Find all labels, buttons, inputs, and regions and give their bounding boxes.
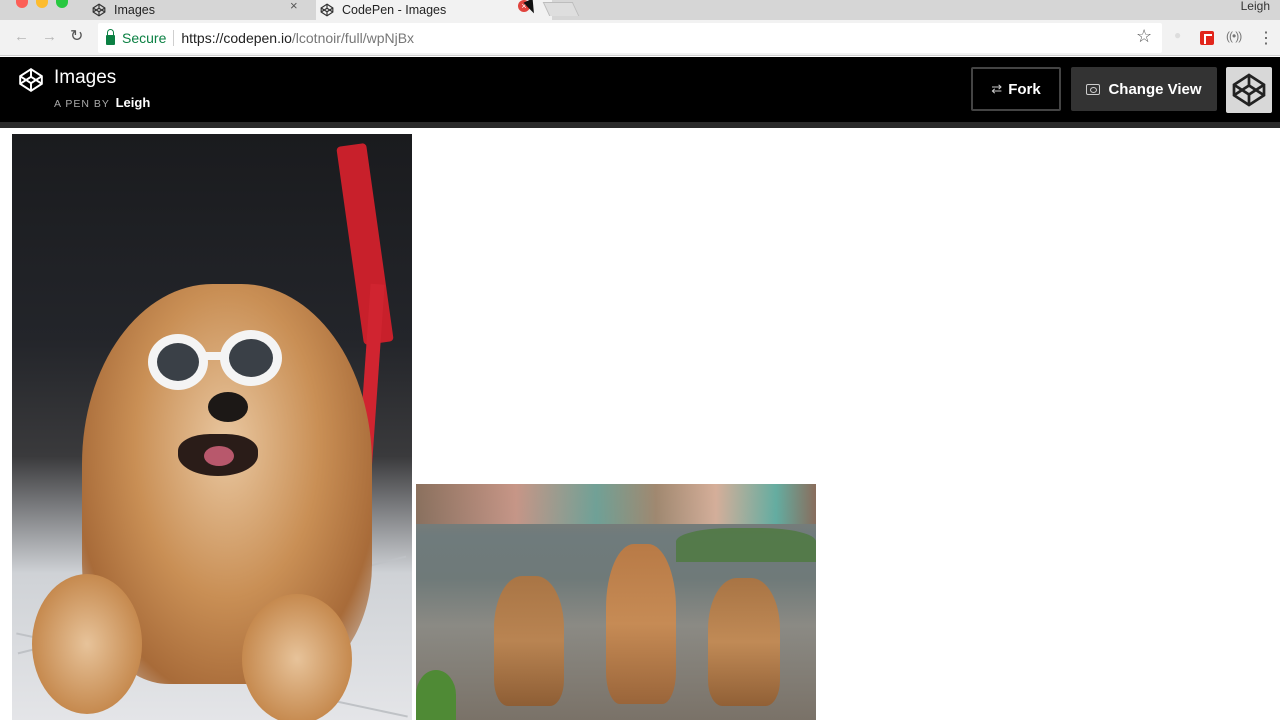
url-path: /lcotnoir/full/wpNjBx: [291, 30, 415, 46]
codepen-favicon-icon: [92, 3, 106, 17]
url-host: https://codepen.io: [181, 30, 292, 46]
tab-close-icon[interactable]: ×: [290, 0, 298, 12]
browser-tab-codepen-images[interactable]: CodePen - Images ×: [316, 0, 552, 20]
address-separator: [173, 30, 175, 46]
codepen-favicon-icon: [320, 3, 334, 17]
change-view-button[interactable]: Change View: [1071, 67, 1217, 111]
flipboard-extension-icon[interactable]: [1200, 31, 1214, 45]
pen-title: Images: [54, 67, 117, 88]
window-minimize-button[interactable]: [36, 0, 48, 8]
pen-author-link[interactable]: Leigh: [116, 95, 151, 110]
browser-tab-strip: Images × CodePen - Images × Leigh: [0, 0, 1280, 20]
fork-icon: ⇄: [991, 81, 1003, 96]
pen-author-line: A PEN BY Leigh: [54, 95, 150, 110]
user-avatar[interactable]: [1226, 67, 1272, 113]
bookmark-star-icon[interactable]: ☆: [1136, 26, 1152, 47]
browser-tab-images[interactable]: Images ×: [92, 0, 312, 20]
forward-arrow-icon[interactable]: →: [42, 28, 57, 45]
reload-icon[interactable]: ↻: [70, 26, 83, 46]
tab-title: Images: [114, 3, 155, 17]
window-zoom-button[interactable]: [56, 0, 68, 8]
user-avatar-icon: [1232, 73, 1266, 107]
three-puppies-photo: [416, 484, 816, 720]
view-icon: [1086, 83, 1101, 95]
address-bar[interactable]: Secure https://codepen.io/lcotnoir/full/…: [98, 23, 1162, 53]
tab-title: CodePen - Images: [342, 3, 447, 17]
change-view-label: Change View: [1108, 80, 1202, 98]
codepen-header: Images A PEN BY Leigh ⇄ Fork Change View: [0, 57, 1280, 122]
lock-icon: [106, 28, 115, 45]
extension-icon[interactable]: ●: [1174, 28, 1188, 42]
fork-button-label: Fork: [1008, 80, 1041, 98]
pen-by-label: A PEN BY: [54, 98, 110, 110]
back-arrow-icon[interactable]: ←: [14, 28, 29, 45]
broadcast-extension-icon[interactable]: ((•)): [1226, 29, 1242, 43]
secure-label: Secure: [122, 30, 167, 46]
dog-sunglasses-photo: [12, 134, 412, 720]
kebab-menu-icon[interactable]: ⋮: [1258, 28, 1274, 48]
browser-toolbar: ← → ↻ Secure https://codepen.io/lcotnoir…: [0, 20, 1280, 56]
codepen-logo-icon[interactable]: [18, 67, 44, 93]
new-tab-button[interactable]: [542, 2, 580, 16]
window-close-button[interactable]: [16, 0, 28, 8]
browser-profile-name[interactable]: Leigh: [1241, 0, 1270, 12]
pen-result-area: [4, 128, 1280, 720]
fork-button[interactable]: ⇄ Fork: [971, 67, 1061, 111]
